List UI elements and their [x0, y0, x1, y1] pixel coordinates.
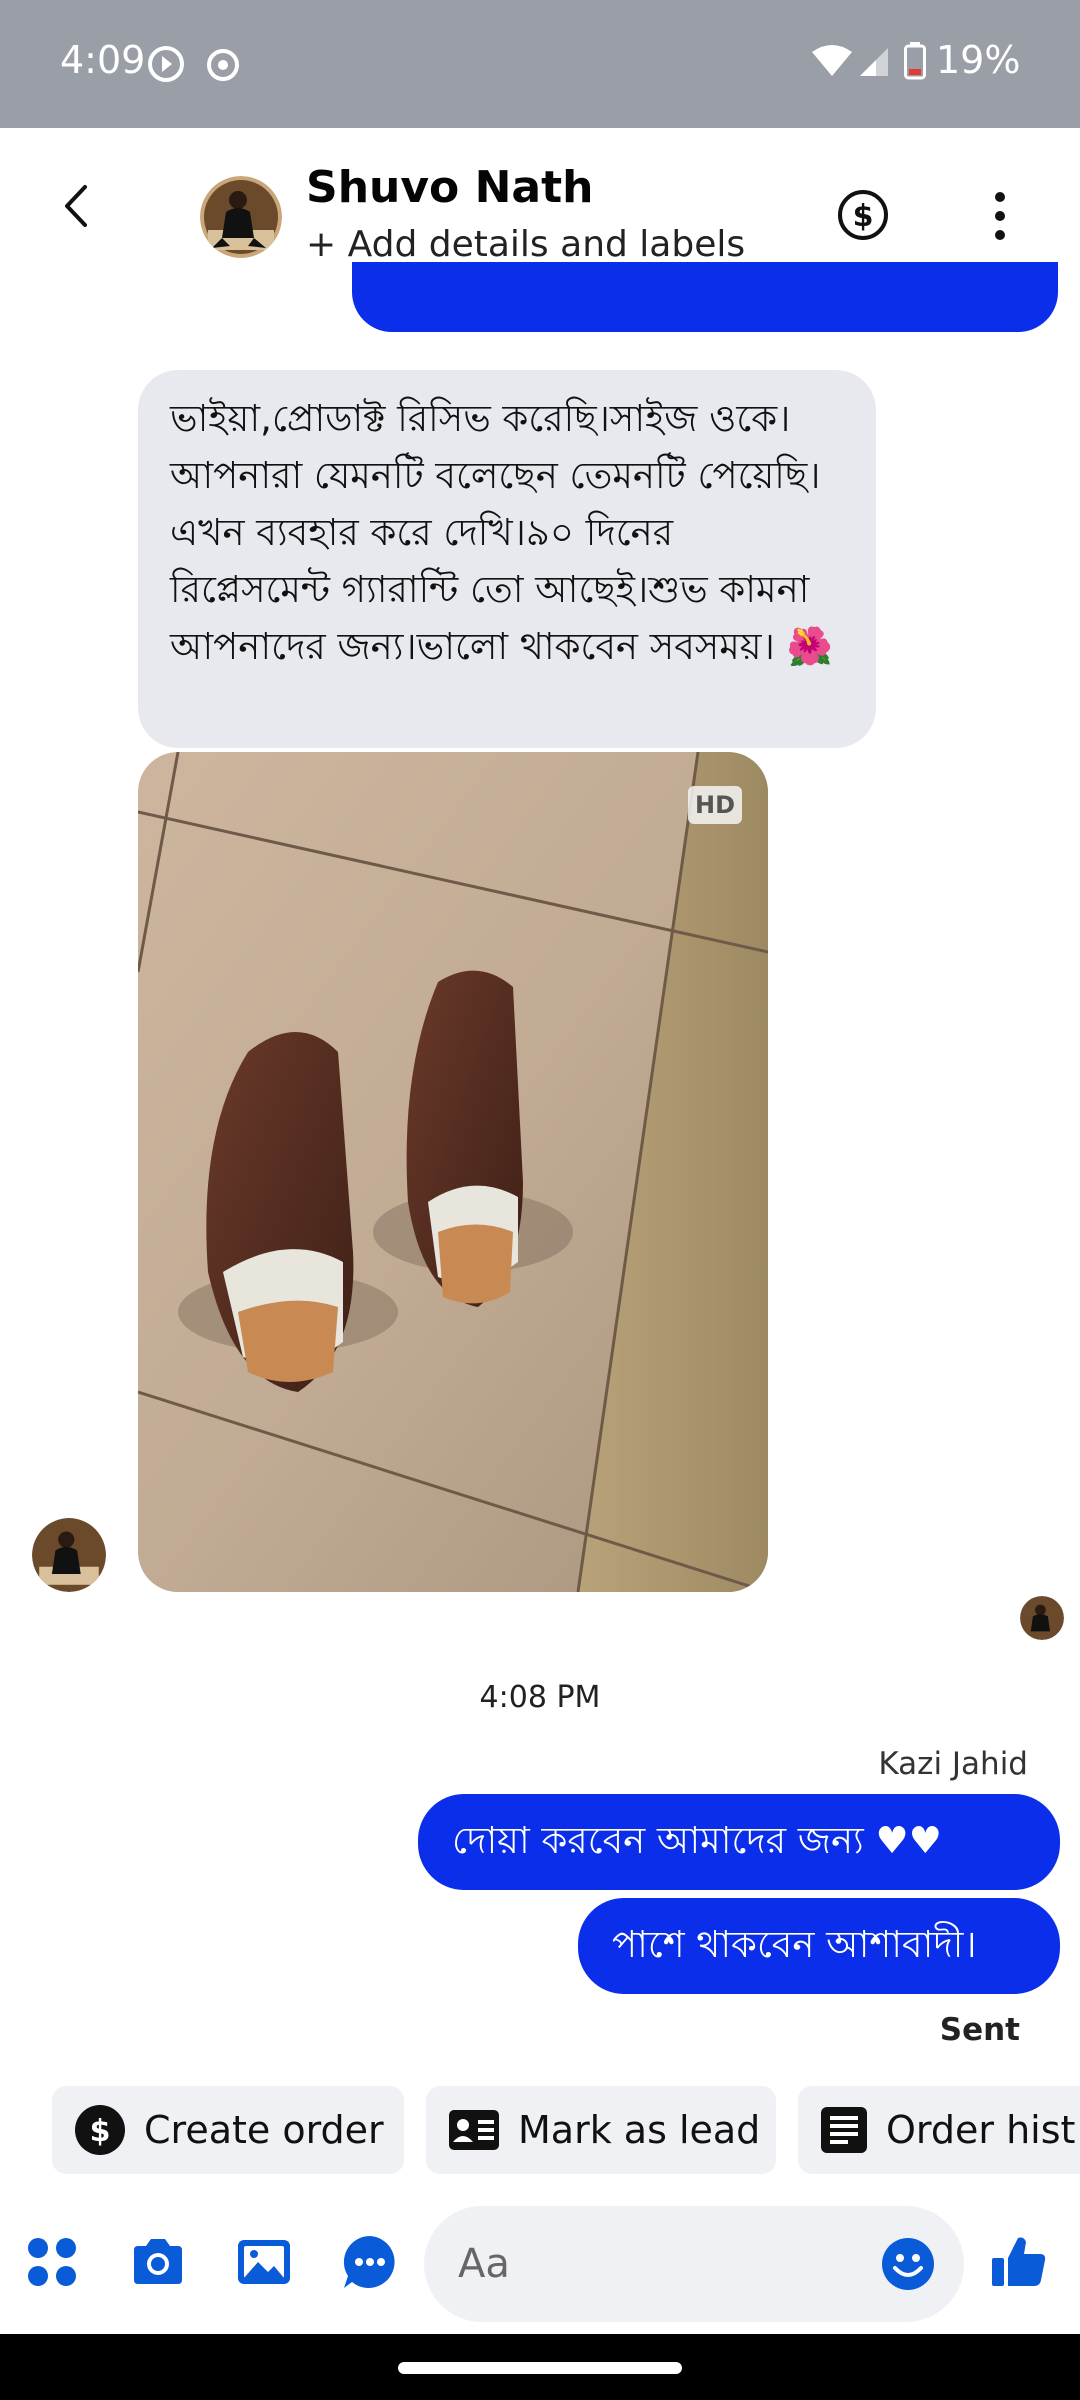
thumbs-up-icon[interactable] [988, 2232, 1048, 2292]
home-gesture-handle[interactable] [398, 2362, 682, 2374]
quick-actions-bar: $ Create order Mark as lead Order hist [0, 2086, 1080, 2174]
add-details-link[interactable]: + Add details and labels [306, 224, 745, 265]
incoming-message[interactable]: ভাইয়া,প্রোডাক্ট রিসিভ করেছি।সাইজ ওকে।আপ… [138, 370, 876, 748]
create-order-button[interactable]: $ Create order [52, 2086, 404, 2174]
contact-name[interactable]: Shuvo Nath [306, 162, 593, 213]
emoji-icon[interactable] [880, 2236, 936, 2292]
chevron-left-icon [65, 185, 87, 227]
dollar-circle-icon: $ [75, 2105, 125, 2155]
message-composer [0, 2196, 1080, 2334]
outgoing-message[interactable]: দোয়া করবেন আমাদের জন্য ♥♥ [418, 1794, 1060, 1890]
contact-avatar[interactable] [200, 176, 282, 258]
battery-icon [904, 42, 926, 80]
saved-replies-icon[interactable] [340, 2232, 400, 2292]
avatar-image [1020, 1596, 1064, 1640]
status-time: 4:09 [60, 38, 146, 82]
wifi-icon [812, 45, 852, 76]
more-options-button[interactable] [982, 186, 1018, 246]
message-input[interactable] [458, 2232, 878, 2296]
create-order-label: Create order [144, 2108, 384, 2152]
receipt-icon [821, 2107, 867, 2153]
sender-name: Kazi Jahid [878, 1746, 1028, 1782]
previous-outgoing-bubble[interactable] [352, 262, 1058, 332]
mark-as-lead-label: Mark as lead [518, 2108, 761, 2152]
order-history-label: Order hist [886, 2108, 1076, 2152]
order-history-button[interactable]: Order hist [798, 2086, 1080, 2174]
outgoing-message[interactable]: পাশে থাকবেন আশাবাদী। [578, 1898, 1060, 1994]
signal-icon [860, 48, 888, 76]
sender-avatar[interactable] [32, 1518, 106, 1592]
system-nav-bar [0, 2334, 1080, 2400]
shoes-photo[interactable] [138, 752, 768, 1592]
battery-percent: 19% [936, 38, 1021, 82]
dollar-circle-icon[interactable]: $ [836, 188, 890, 242]
message-input-container[interactable] [424, 2206, 964, 2322]
outgoing-message-text: পাশে থাকবেন আশাবাদী। [612, 1922, 977, 1966]
hd-badge: HD [688, 786, 742, 824]
seen-avatar [1020, 1596, 1064, 1640]
outgoing-message-text: দোয়া করবেন আমাদের জন্য ♥♥ [452, 1818, 942, 1862]
media-play-icon [148, 46, 184, 82]
gallery-icon[interactable] [234, 2232, 294, 2292]
status-bar: 4:09 19% [0, 0, 1080, 128]
mark-as-lead-button[interactable]: Mark as lead [426, 2086, 776, 2174]
apps-grid-icon[interactable] [22, 2232, 82, 2292]
svg-text:$: $ [853, 199, 874, 234]
chrome-icon [207, 49, 239, 81]
message-timestamp: 4:08 PM [479, 1680, 601, 1715]
camera-icon[interactable] [128, 2232, 188, 2292]
id-card-icon [449, 2110, 499, 2150]
svg-text:$: $ [90, 2114, 111, 2149]
avatar-image [32, 1518, 106, 1592]
avatar-image [200, 176, 282, 258]
shoes-photo-image [138, 752, 768, 1592]
back-button[interactable] [44, 174, 108, 238]
sent-status: Sent [939, 2012, 1020, 2048]
